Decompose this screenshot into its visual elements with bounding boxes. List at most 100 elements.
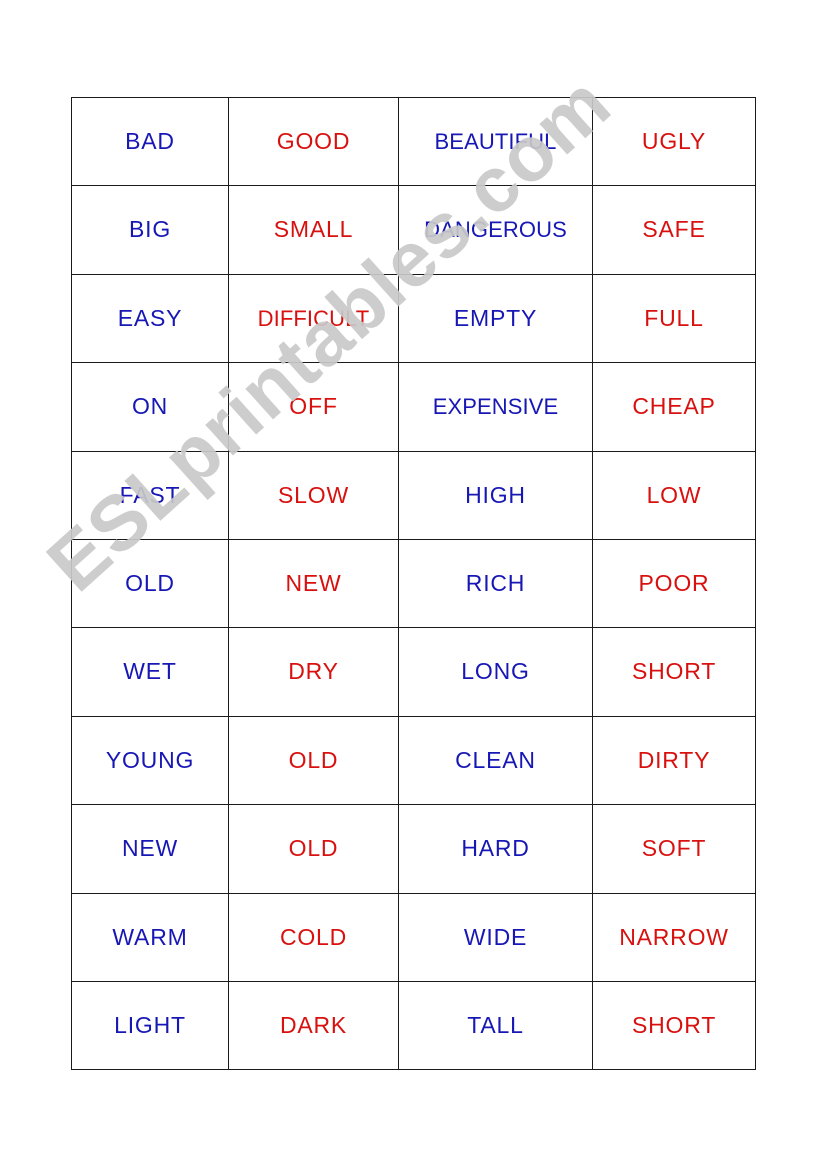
word-label: COLD	[279, 923, 348, 950]
word-card[interactable]: LOW	[592, 450, 756, 540]
table-row: NEW OLD HARD SOFT	[71, 804, 756, 894]
word-label: FAST	[119, 481, 181, 508]
word-card[interactable]: SAFE	[592, 185, 756, 275]
word-card[interactable]: EASY	[71, 273, 229, 364]
word-label: SAFE	[642, 216, 706, 243]
word-card[interactable]: FULL	[592, 273, 756, 364]
word-label: YOUNG	[105, 746, 195, 773]
word-label: BEAUTIFUL	[434, 129, 557, 155]
word-card[interactable]: TALL	[398, 980, 593, 1071]
word-card[interactable]: WET	[71, 627, 229, 717]
word-card[interactable]: EXPENSIVE	[398, 362, 593, 452]
word-card[interactable]: GOOD	[228, 96, 399, 187]
word-card[interactable]: OFF	[228, 362, 399, 452]
word-card[interactable]: DIFFICULT	[228, 273, 399, 364]
word-label: CHEAP	[632, 393, 716, 420]
table-row: WET DRY LONG SHORT	[71, 627, 756, 717]
word-label: EASY	[117, 304, 183, 331]
word-card[interactable]: NEW	[228, 538, 399, 629]
word-card[interactable]: CLEAN	[398, 715, 593, 806]
word-card[interactable]: BAD	[71, 96, 229, 187]
word-label: DIRTY	[637, 746, 711, 773]
word-label: NEW	[285, 570, 342, 596]
word-card[interactable]: OLD	[228, 715, 399, 806]
word-card[interactable]: SOFT	[592, 804, 756, 894]
word-card[interactable]: NARROW	[592, 892, 756, 982]
word-card[interactable]: SLOW	[228, 450, 399, 540]
word-label: WARM	[112, 923, 188, 950]
word-label: DRY	[288, 658, 339, 685]
word-label: DIFFICULT	[257, 305, 370, 331]
table-row: BIG SMALL DANGEROUS SAFE	[71, 185, 756, 275]
word-card[interactable]: UGLY	[592, 96, 756, 187]
word-card[interactable]: WIDE	[398, 892, 593, 982]
word-label: SOFT	[641, 835, 707, 862]
word-card[interactable]: DARK	[228, 980, 399, 1071]
worksheet-page: ESLprintables.com BAD GOOD BEAUTIFUL UGLY BI…	[0, 0, 821, 1169]
word-label: SHORT	[631, 1011, 717, 1038]
word-card[interactable]: HARD	[398, 804, 593, 894]
word-label: OLD	[288, 746, 339, 773]
word-label: FULL	[644, 304, 704, 331]
word-label: NARROW	[619, 923, 729, 950]
word-label: SLOW	[278, 481, 349, 508]
word-label: OLD	[125, 570, 175, 596]
word-label: POOR	[638, 570, 710, 596]
word-label: EXPENSIVE	[432, 394, 559, 420]
word-label: LIGHT	[114, 1011, 186, 1038]
word-label: CLEAN	[455, 746, 536, 773]
word-label: WIDE	[463, 923, 528, 950]
word-card[interactable]: FAST	[71, 450, 229, 540]
word-label: ON	[131, 393, 169, 420]
word-label: HIGH	[465, 481, 526, 508]
word-card[interactable]: DRY	[228, 627, 399, 717]
word-label: OLD	[288, 835, 339, 862]
word-card[interactable]: RICH	[398, 538, 593, 629]
word-card[interactable]: SHORT	[592, 980, 756, 1071]
word-label: TALL	[467, 1011, 524, 1038]
word-label: DANGEROUS	[424, 217, 567, 243]
word-label: DARK	[279, 1011, 348, 1038]
word-label: BIG	[128, 216, 172, 243]
word-card[interactable]: OLD	[228, 804, 399, 894]
word-label: SHORT	[631, 658, 717, 685]
table-row: EASY DIFFICULT EMPTY FULL	[71, 273, 756, 364]
table-row: FAST SLOW HIGH LOW	[71, 450, 756, 540]
table-row: BAD GOOD BEAUTIFUL UGLY	[71, 96, 756, 187]
opposites-card-table: BAD GOOD BEAUTIFUL UGLY BIG SMALL DANGEROUS SAF…	[71, 96, 756, 1071]
word-card[interactable]: CHEAP	[592, 362, 756, 452]
word-card[interactable]: OLD	[71, 538, 229, 629]
word-label: NEW	[121, 835, 179, 862]
word-card[interactable]: POOR	[592, 538, 756, 629]
word-card[interactable]: BIG	[71, 185, 229, 275]
word-label: UGLY	[641, 128, 707, 155]
table-row: WARM COLD WIDE NARROW	[71, 892, 756, 982]
word-label: OFF	[289, 393, 338, 420]
table-row: ON OFF EXPENSIVE CHEAP	[71, 362, 756, 452]
word-card[interactable]: ON	[71, 362, 229, 452]
card-table-body: BAD GOOD BEAUTIFUL UGLY BIG SMALL DANGEROUS SAF…	[71, 96, 756, 1071]
word-card[interactable]: BEAUTIFUL	[398, 96, 593, 187]
word-card[interactable]: SMALL	[228, 185, 399, 275]
table-row: LIGHT DARK TALL SHORT	[71, 980, 756, 1071]
word-label: EMPTY	[453, 304, 538, 331]
word-card[interactable]: EMPTY	[398, 273, 593, 364]
word-label: LONG	[461, 658, 530, 685]
word-card[interactable]: DANGEROUS	[398, 185, 593, 275]
word-card[interactable]: COLD	[228, 892, 399, 982]
word-label: SMALL	[273, 216, 354, 243]
word-card[interactable]: DIRTY	[592, 715, 756, 806]
word-card[interactable]: YOUNG	[71, 715, 229, 806]
word-label: BAD	[125, 128, 175, 155]
word-card[interactable]: SHORT	[592, 627, 756, 717]
word-label: HARD	[461, 835, 530, 862]
word-label: GOOD	[276, 128, 351, 155]
word-card[interactable]: HIGH	[398, 450, 593, 540]
table-row: YOUNG OLD CLEAN DIRTY	[71, 715, 756, 806]
word-label: RICH	[465, 570, 526, 596]
word-label: LOW	[646, 481, 702, 508]
word-card[interactable]: WARM	[71, 892, 229, 982]
word-card[interactable]: LIGHT	[71, 980, 229, 1071]
word-card[interactable]: LONG	[398, 627, 593, 717]
word-card[interactable]: NEW	[71, 804, 229, 894]
